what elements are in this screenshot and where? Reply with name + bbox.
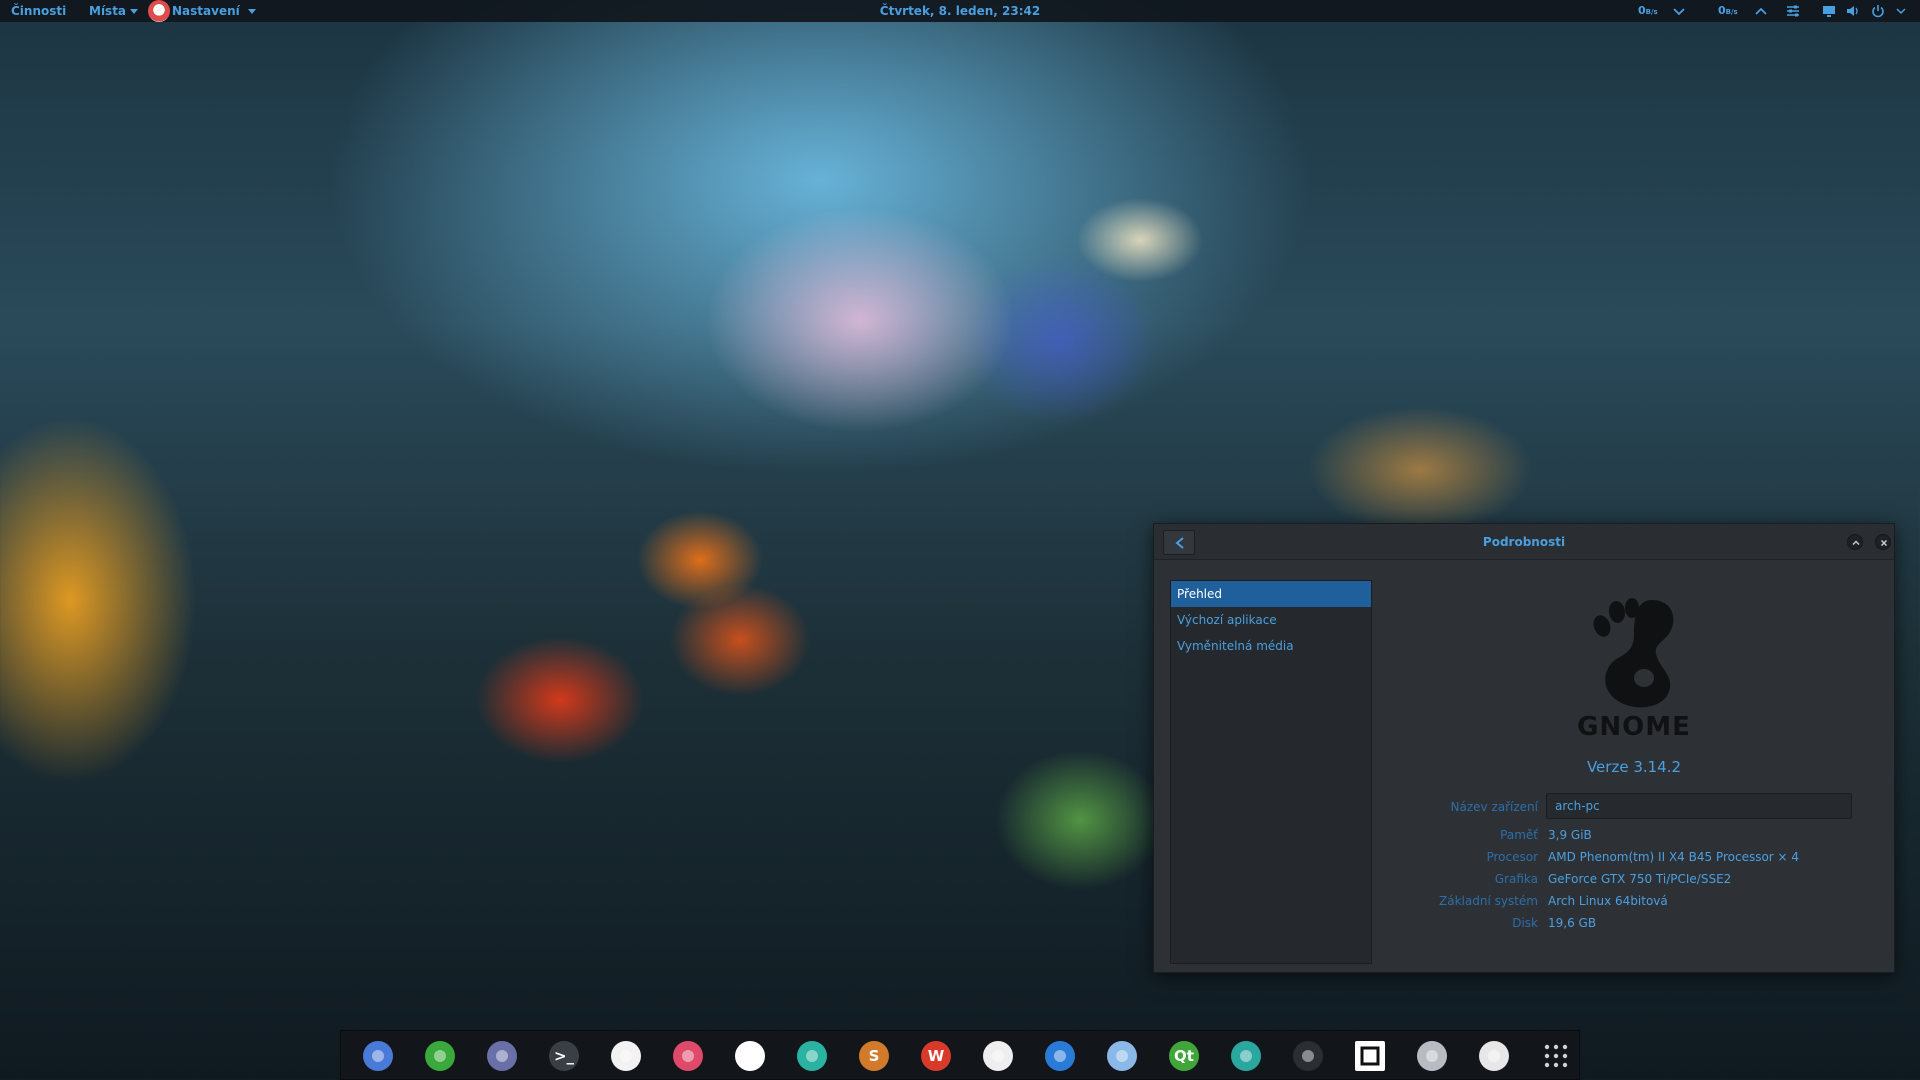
sliders-icon[interactable]: [1786, 4, 1800, 18]
chromium-icon[interactable]: [363, 1041, 393, 1071]
window-icon[interactable]: [1355, 1041, 1385, 1071]
graphics-label: Grafika: [1494, 872, 1538, 886]
memory-value: 3,9 GiB: [1548, 828, 1592, 842]
disk-label: Disk: [1512, 916, 1538, 930]
sidebar-item-default-apps[interactable]: Výchozí aplikace: [1171, 607, 1371, 633]
memory-label: Paměť: [1500, 828, 1538, 842]
no-entry-icon[interactable]: [1045, 1041, 1075, 1071]
snowflake-icon[interactable]: [1107, 1041, 1137, 1071]
window-title: Podrobnosti: [1482, 535, 1566, 549]
processor-label: Procesor: [1486, 850, 1538, 864]
media-player-icon[interactable]: [611, 1041, 641, 1071]
details-sidebar: Přehled Výchozí aplikace Vyměnitelná méd…: [1170, 580, 1372, 964]
close-icon: [1880, 539, 1888, 547]
base-system-value: Arch Linux 64bitová: [1548, 894, 1668, 908]
maximize-button[interactable]: [1847, 534, 1863, 550]
lollypop-icon[interactable]: [673, 1041, 703, 1071]
chevron-down-icon[interactable]: [1672, 4, 1686, 18]
graphics-value: GeForce GTX 750 Ti/PCIe/SSE2: [1548, 872, 1732, 886]
sidebar-item-overview[interactable]: Přehled: [1171, 581, 1371, 607]
close-button[interactable]: [1875, 534, 1891, 550]
app-grid-icon[interactable]: [1541, 1041, 1571, 1071]
chevron-down-icon[interactable]: [1894, 4, 1908, 18]
dock: >_ S W Qt: [340, 1030, 1580, 1080]
header-bar: Podrobnosti: [1154, 524, 1894, 560]
display-icon[interactable]: [1822, 4, 1836, 18]
truck-icon[interactable]: [1417, 1041, 1447, 1071]
gnome-foot-icon: [1593, 598, 1674, 708]
chevron-up-icon: [1852, 540, 1860, 546]
steam-icon[interactable]: [1293, 1041, 1323, 1071]
disk-value: 19,6 GB: [1548, 916, 1597, 930]
details-window: Podrobnosti Přehled Výchozí aplikace Vym…: [1153, 523, 1895, 973]
power-icon[interactable]: [1871, 4, 1885, 18]
device-name-label: Název zařízení: [1450, 800, 1538, 814]
home-icon[interactable]: [1231, 1041, 1261, 1071]
system-monitor-icon[interactable]: [797, 1041, 827, 1071]
evernote-icon[interactable]: [425, 1041, 455, 1071]
feather-icon[interactable]: [983, 1041, 1013, 1071]
top-bar: Činnosti Místa Nastavení Čtvrtek, 8. led…: [0, 0, 1920, 22]
net-speed-1: 0B/s: [1638, 4, 1658, 17]
gnome-logo: GNOME: [1574, 594, 1694, 744]
net-value-2: 0: [1718, 4, 1726, 17]
volume-icon[interactable]: [1846, 4, 1860, 18]
chevron-up-icon[interactable]: [1754, 4, 1768, 18]
files-icon[interactable]: [487, 1041, 517, 1071]
video-icon[interactable]: [735, 1041, 765, 1071]
version-label: Verze 3.14.2: [1586, 758, 1682, 776]
net-unit-2: B/s: [1725, 8, 1738, 16]
net-unit-1: B/s: [1645, 8, 1658, 16]
toggle-icon[interactable]: [1479, 1041, 1509, 1071]
clock[interactable]: Čtvrtek, 8. leden, 23:42: [0, 4, 1920, 18]
terminal-icon[interactable]: >_: [549, 1041, 579, 1071]
sidebar-item-removable-media[interactable]: Vyměnitelná média: [1171, 633, 1371, 659]
processor-value: AMD Phenom(tm) II X4 B45 Processor × 4: [1548, 850, 1800, 864]
gnome-wordmark: GNOME: [1577, 712, 1691, 742]
net-value-1: 0: [1638, 4, 1646, 17]
base-system-label: Základní systém: [1439, 894, 1538, 908]
wps-writer-icon[interactable]: W: [921, 1041, 951, 1071]
device-name-input[interactable]: [1546, 793, 1852, 819]
net-speed-2: 0B/s: [1718, 4, 1738, 17]
qt-creator-icon[interactable]: Qt: [1169, 1041, 1199, 1071]
sublime-text-icon[interactable]: S: [859, 1041, 889, 1071]
